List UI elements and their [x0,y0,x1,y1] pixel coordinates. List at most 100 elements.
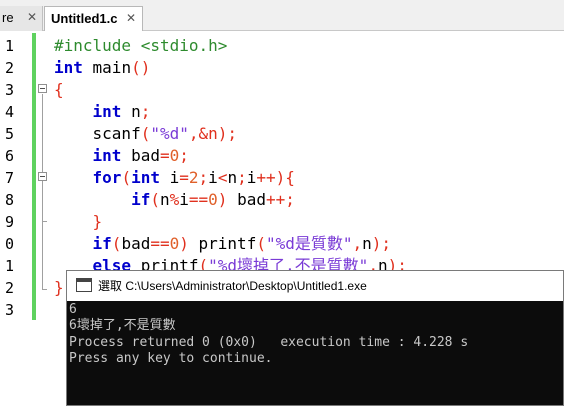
code-token: scanf [92,124,141,143]
line-number: 2 [4,59,14,77]
code-token: == [188,190,209,209]
line-number: 9 [4,213,14,231]
console-title-bar[interactable]: 選取 C:\Users\Administrator\Desktop\Untitl… [67,271,563,301]
code-token: ) [179,234,189,253]
code-token: = [159,146,170,165]
code-token: ,&n [188,124,218,143]
code-token: ++ [256,168,276,187]
code-token: { [54,80,64,99]
code-token: ( [140,124,151,143]
tab-previous-file[interactable]: re ✕ [0,6,43,31]
code-line: } [54,211,407,233]
code-line: int n; [54,101,407,123]
code-token: () [131,58,151,77]
code-token: bad [121,146,160,165]
fold-collapse-icon[interactable] [38,172,47,181]
code-line: if(bad==0) printf("%d是質數",n); [54,233,407,255]
code-line: int main() [54,57,407,79]
code-token: 0 [169,234,180,253]
line-number: 7 [4,169,14,187]
console-output-line: 6壞掉了,不是質數 [69,318,176,333]
code-token: i [159,168,180,187]
code-token: n [121,102,141,121]
code-token: "%d" [150,124,189,143]
tab-label: Untitled1.c [51,11,118,26]
code-token: % [169,190,180,209]
change-marker-bar [32,33,36,320]
code-token: bad [121,234,151,253]
editor-tab-bar: re ✕ Untitled1.c ✕ [0,0,564,31]
code-token: i [179,190,189,209]
code-token: < [217,168,228,187]
code-token: ( [150,190,160,209]
code-line: for(int i=2;i<n;i++){ [54,167,407,189]
code-token: bad [227,190,266,209]
code-token: == [150,234,170,253]
code-token: ; [179,146,189,165]
code-line: scanf("%d",&n); [54,123,407,145]
code-token: ); [371,234,392,253]
code-token: , [352,234,363,253]
code-line: int bad=0; [54,145,407,167]
code-token: } [54,278,64,297]
close-tab-icon[interactable]: ✕ [27,6,37,29]
console-output[interactable]: 6 6壞掉了,不是質數 Process returned 0 (0x0) exe… [67,301,563,405]
line-number: 2 [4,279,14,297]
code-token: ; [198,168,209,187]
line-number: 3 [4,301,14,319]
code-token: int [131,168,160,187]
line-number: 0 [4,235,14,253]
console-output-line: Process returned 0 (0x0) execution time … [69,335,469,350]
line-number: 5 [4,125,14,143]
code-token: "%d是質數" [265,234,353,253]
code-token: = [179,168,189,187]
code-token: ; [237,168,247,187]
code-token: ){ [275,168,295,187]
code-token: for [92,168,122,187]
code-token: int [92,146,122,165]
console-output-line: 6 [69,302,77,317]
code-token: n [159,190,170,209]
code-token: main [82,58,132,77]
console-window-title: 選取 C:\Users\Administrator\Desktop\Untitl… [98,279,367,293]
code-token: 0 [169,146,180,165]
code-token: ) [217,190,228,209]
line-number: 8 [4,191,14,209]
code-token: } [92,212,103,231]
console-app-icon [76,278,92,292]
code-token: ++; [265,190,295,209]
line-numbers: 1 2 3 4 5 6 7 8 9 0 1 2 3 [0,35,14,321]
code-token: i [246,168,257,187]
fold-collapse-icon[interactable] [38,84,47,93]
code-token: 0 [208,190,218,209]
line-number: 1 [4,37,14,55]
code-line: #include <stdio.h> [54,35,407,57]
code-token: i [208,168,218,187]
code-token: ( [121,168,132,187]
code-token: ( [111,234,122,253]
line-number-gutter: 1 2 3 4 5 6 7 8 9 0 1 2 3 [0,31,34,406]
code-line: if(n%i==0) bad++; [54,189,407,211]
close-tab-icon[interactable]: ✕ [126,7,136,30]
tab-label: re [2,10,14,25]
console-window[interactable]: 選取 C:\Users\Administrator\Desktop\Untitl… [66,270,564,406]
code-token: n [227,168,238,187]
tab-untitled1-c[interactable]: Untitled1.c ✕ [44,6,143,31]
code-token: ); [217,124,238,143]
code-token: if [131,190,151,209]
code-token: int [92,102,122,121]
fold-guide-line [42,94,43,289]
code-token: int [54,58,83,77]
line-number: 3 [4,81,14,99]
code-token: printf [188,234,257,253]
code-token: ( [256,234,266,253]
code-token: ; [140,102,151,121]
code-token: if [92,234,112,253]
code-token: 2 [188,168,199,187]
